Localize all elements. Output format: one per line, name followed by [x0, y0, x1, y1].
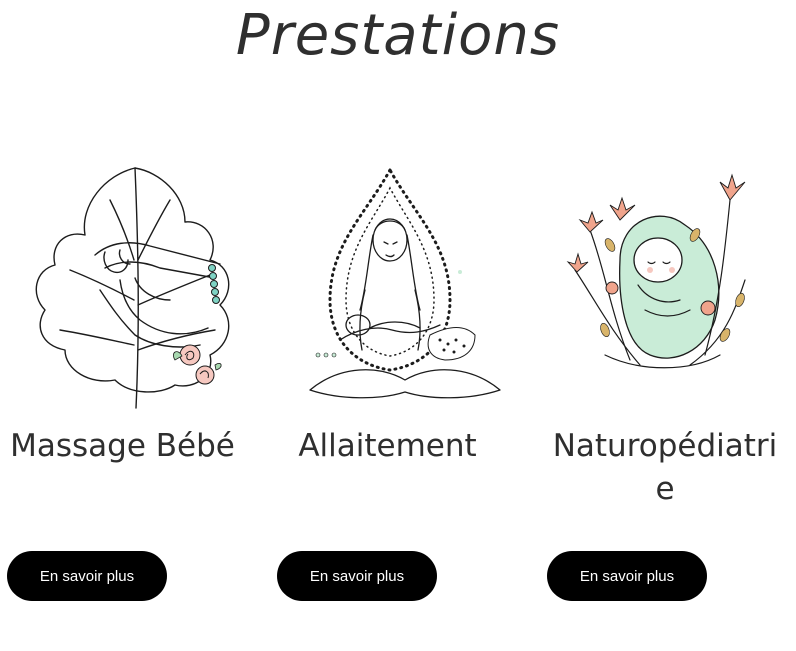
service-title-allaitement: Allaitement: [298, 428, 477, 464]
page-title: Prestations: [235, 3, 561, 68]
service-title-naturopediatrie: Naturopédiatrie: [552, 428, 778, 507]
baby-wrapped-flowers-illustration: [566, 173, 746, 369]
en-savoir-plus-massage-button[interactable]: En savoir plus: [7, 551, 167, 601]
en-savoir-plus-allaitement-button[interactable]: En savoir plus: [277, 551, 437, 601]
en-savoir-plus-naturopediatrie-button[interactable]: En savoir plus: [547, 551, 707, 601]
service-title-massage: Massage Bébé: [10, 428, 235, 464]
massage-hands-leaf-illustration: [35, 167, 230, 409]
breastfeeding-mother-illustration: [309, 166, 501, 399]
